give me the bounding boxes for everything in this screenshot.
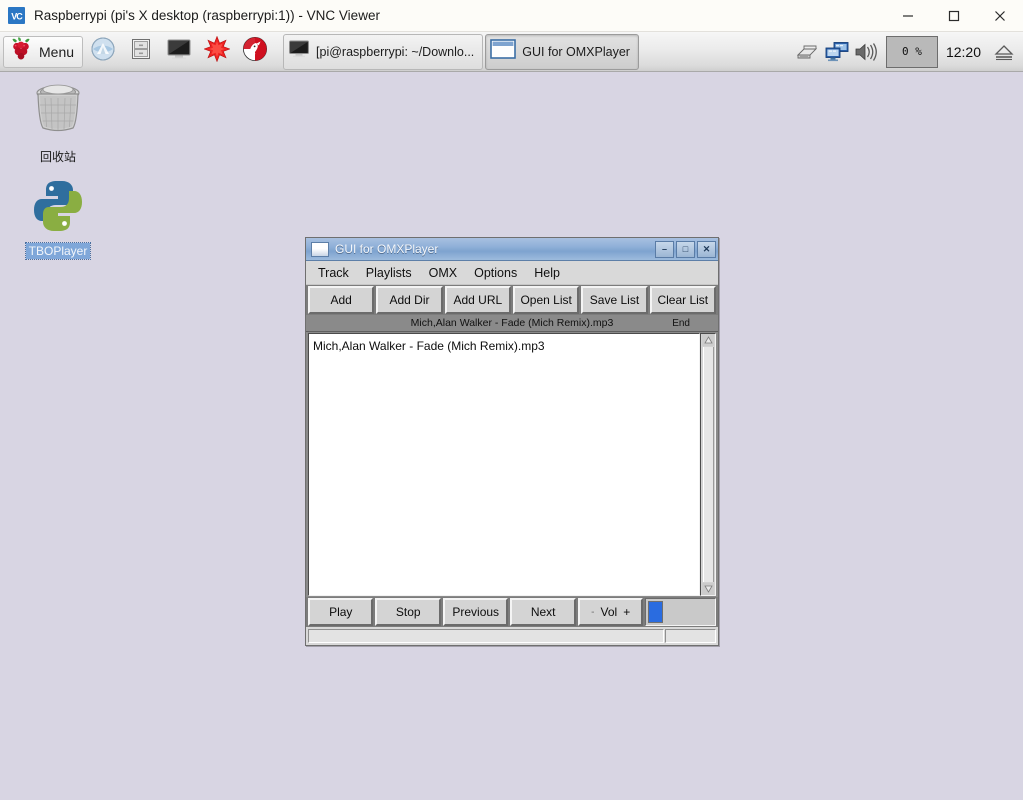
bottom-strip-right bbox=[665, 629, 716, 643]
desktop-icon-label: TBOPlayer bbox=[24, 242, 92, 260]
raspbian-desktop[interactable]: Menu [pi@raspberrypi: ~/Downlo... GUI fo… bbox=[0, 32, 1023, 800]
volume-button[interactable]: - Vol + bbox=[577, 598, 644, 626]
volume-slider[interactable] bbox=[645, 598, 716, 626]
play-button[interactable]: Play bbox=[308, 598, 374, 626]
launcher-web-browser[interactable] bbox=[85, 35, 121, 69]
file-manager-icon bbox=[129, 37, 153, 66]
scroll-down-icon[interactable] bbox=[702, 583, 714, 595]
desktop-icon-trash[interactable]: 回收站 bbox=[20, 77, 96, 166]
volume-slider-fill[interactable] bbox=[648, 601, 663, 623]
volume-up-label[interactable]: + bbox=[623, 605, 630, 619]
next-button[interactable]: Next bbox=[510, 598, 576, 626]
task-button-terminal[interactable]: [pi@raspberrypi: ~/Downlo... bbox=[283, 33, 484, 70]
menu-button[interactable]: Menu bbox=[3, 35, 84, 68]
playlist[interactable]: Mich,Alan Walker - Fade (Mich Remix).mp3 bbox=[308, 333, 700, 596]
vnc-window-controls bbox=[885, 0, 1023, 31]
launcher-mathematica[interactable] bbox=[199, 35, 235, 69]
minimize-icon: – bbox=[661, 243, 667, 254]
cpu-monitor[interactable]: 0 % bbox=[885, 35, 938, 68]
menu-item-playlists[interactable]: Playlists bbox=[366, 266, 412, 280]
bottom-strip-left bbox=[308, 629, 665, 643]
web-browser-icon bbox=[90, 36, 116, 67]
python-app-icon bbox=[29, 177, 87, 240]
omx-menubar: Track Playlists OMX Options Help bbox=[306, 261, 718, 285]
terminal-icon bbox=[166, 37, 192, 66]
volume-label: Vol bbox=[600, 605, 618, 619]
vnc-close-button[interactable] bbox=[977, 0, 1023, 31]
launcher-wolfram[interactable] bbox=[237, 35, 273, 69]
status-track-label: Mich,Alan Walker - Fade (Mich Remix).mp3 bbox=[410, 317, 614, 329]
window-icon bbox=[311, 241, 329, 257]
close-icon: ✕ bbox=[702, 243, 711, 254]
svg-text:VC: VC bbox=[11, 12, 23, 22]
system-tray: 0 % 12:20 bbox=[792, 32, 1019, 71]
desktop-icon-label: 回收站 bbox=[39, 150, 76, 164]
clock-label[interactable]: 12:20 bbox=[946, 44, 981, 60]
cpu-usage-label: 0 % bbox=[902, 45, 922, 58]
add-url-button[interactable]: Add URL bbox=[444, 286, 511, 314]
volume-icon[interactable] bbox=[852, 35, 882, 69]
launcher-terminal[interactable] bbox=[161, 35, 197, 69]
task-list: [pi@raspberrypi: ~/Downlo... GUI for OMX… bbox=[283, 33, 641, 70]
omx-bottom-strip bbox=[306, 627, 718, 645]
eject-icon[interactable] bbox=[989, 35, 1019, 69]
task-button-label: GUI for OMXPlayer bbox=[522, 44, 630, 59]
menu-item-help[interactable]: Help bbox=[534, 266, 560, 280]
window-icon bbox=[490, 39, 517, 64]
volume-down-label[interactable]: - bbox=[591, 607, 594, 618]
menu-item-track[interactable]: Track bbox=[318, 266, 349, 280]
scrollbar-trough[interactable] bbox=[702, 347, 714, 582]
omx-close-button[interactable]: ✕ bbox=[697, 240, 716, 258]
task-button-label: [pi@raspberrypi: ~/Downlo... bbox=[316, 44, 475, 59]
omx-playlist-area: Mich,Alan Walker - Fade (Mich Remix).mp3 bbox=[306, 332, 718, 597]
bluetooth-icon[interactable] bbox=[792, 35, 822, 69]
network-icon[interactable] bbox=[822, 35, 852, 69]
clear-list-button[interactable]: Clear List bbox=[649, 286, 716, 314]
previous-button[interactable]: Previous bbox=[442, 598, 509, 626]
add-button[interactable]: Add bbox=[308, 286, 375, 314]
mathematica-icon bbox=[203, 35, 231, 67]
vnc-window-title: Raspberrypi (pi's X desktop (raspberrypi… bbox=[34, 8, 380, 23]
maximize-icon: □ bbox=[682, 243, 689, 254]
status-position-label: End bbox=[672, 317, 690, 329]
terminal-icon bbox=[288, 39, 310, 64]
open-list-button[interactable]: Open List bbox=[512, 286, 580, 314]
omx-titlebar[interactable]: GUI for OMXPlayer – □ ✕ bbox=[306, 238, 718, 261]
menu-label: Menu bbox=[39, 43, 75, 60]
omx-controls: Play Stop Previous Next - Vol + bbox=[306, 597, 718, 627]
scroll-up-icon[interactable] bbox=[702, 334, 714, 346]
launcher-file-manager[interactable] bbox=[123, 35, 159, 69]
wolfram-icon bbox=[242, 36, 268, 67]
vnc-maximize-button[interactable] bbox=[931, 0, 977, 31]
omx-toolbar: Add Add Dir Add URL Open List Save List … bbox=[306, 285, 718, 315]
list-item[interactable]: Mich,Alan Walker - Fade (Mich Remix).mp3 bbox=[313, 338, 695, 354]
vnc-titlebar: VC Raspberrypi (pi's X desktop (raspberr… bbox=[0, 0, 1023, 32]
omxplayer-gui-window: GUI for OMXPlayer – □ ✕ Track Playlists … bbox=[305, 237, 719, 646]
omx-minimize-button[interactable]: – bbox=[655, 240, 674, 258]
trash-icon bbox=[27, 77, 89, 144]
menu-item-omx[interactable]: OMX bbox=[429, 266, 457, 280]
menu-item-options[interactable]: Options bbox=[474, 266, 517, 280]
raspberry-icon bbox=[8, 36, 34, 67]
vnc-viewer-window: VC Raspberrypi (pi's X desktop (raspberr… bbox=[0, 0, 1023, 800]
stop-button[interactable]: Stop bbox=[375, 598, 441, 626]
playlist-scrollbar[interactable] bbox=[700, 333, 716, 596]
omx-window-title: GUI for OMXPlayer bbox=[335, 242, 439, 256]
desktop-icon-tboplayer[interactable]: TBOPlayer bbox=[20, 177, 96, 260]
save-list-button[interactable]: Save List bbox=[581, 286, 648, 314]
vnc-logo-icon: VC bbox=[8, 7, 25, 24]
lxde-panel: Menu [pi@raspberrypi: ~/Downlo... GUI fo… bbox=[0, 32, 1023, 72]
omx-maximize-button[interactable]: □ bbox=[676, 240, 695, 258]
add-dir-button[interactable]: Add Dir bbox=[376, 286, 443, 314]
omx-status-bar: Mich,Alan Walker - Fade (Mich Remix).mp3… bbox=[306, 315, 718, 332]
vnc-minimize-button[interactable] bbox=[885, 0, 931, 31]
task-button-omxplayer[interactable]: GUI for OMXPlayer bbox=[485, 33, 639, 70]
